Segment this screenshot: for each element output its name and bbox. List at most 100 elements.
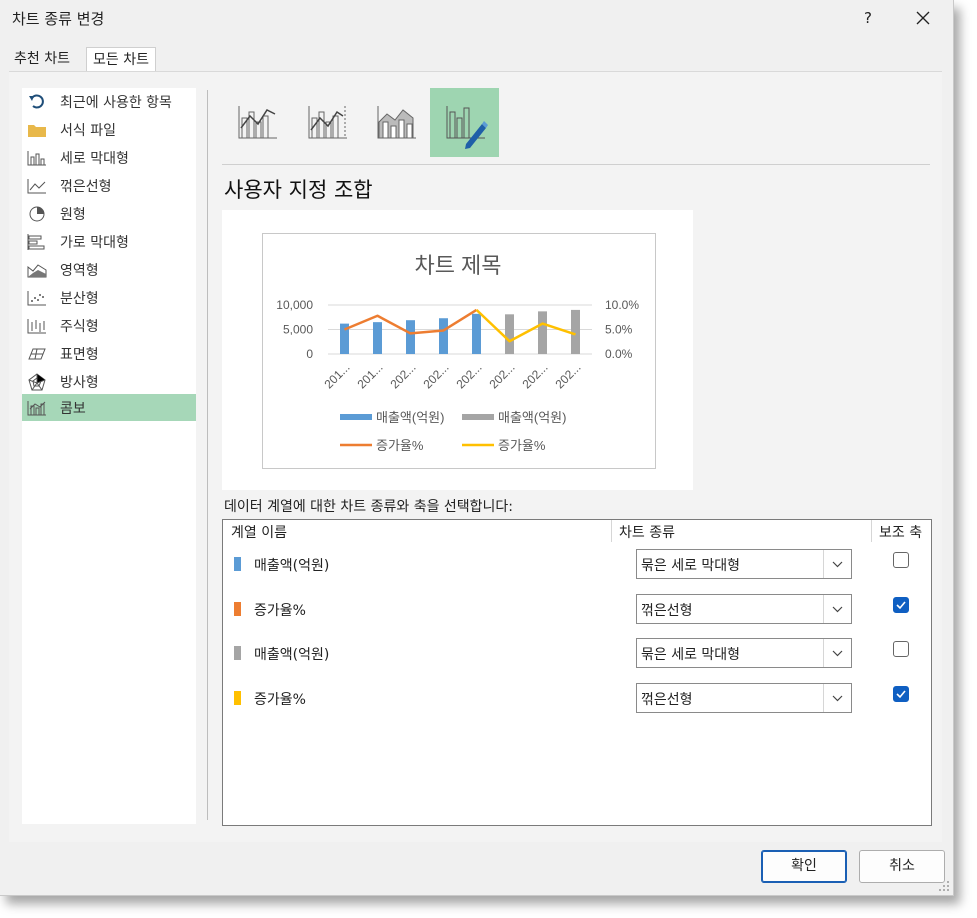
secondary-axis-checkbox[interactable] [893, 641, 909, 657]
cancel-button[interactable]: 취소 [859, 850, 945, 883]
sidebar-item-label: 서식 파일 [60, 123, 116, 139]
sidebar-item-combo[interactable]: 콤보 [22, 394, 196, 421]
chevron-down-icon [832, 650, 843, 657]
legend-swatch [340, 414, 372, 420]
sidebar-item-label: 세로 막대형 [60, 151, 129, 167]
series-row: 매출액(억원) 묶은 세로 막대형 [223, 543, 929, 587]
header-secondary-axis: 보조 축 [879, 525, 923, 541]
secondary-axis-checkbox[interactable] [893, 686, 909, 702]
dropdown-arrow[interactable] [823, 550, 851, 578]
sidebar-item-label: 표면형 [60, 347, 99, 363]
sidebar-item-bar[interactable]: 가로 막대형 [22, 228, 196, 255]
dropdown-arrow[interactable] [823, 595, 851, 623]
chart-type-dropdown[interactable]: 꺾은선형 [636, 683, 852, 713]
chart-type-value: 묶은 세로 막대형 [641, 647, 741, 663]
header-divider [611, 520, 612, 542]
sidebar-item-label: 주식형 [60, 319, 99, 335]
resize-grip-icon[interactable] [938, 880, 950, 892]
chart-category-list: 최근에 사용한 항목 서식 파일 세로 막대형 꺾은선형 원형 가로 막대형 영… [22, 88, 196, 824]
sidebar-item-line[interactable]: 꺾은선형 [22, 172, 196, 199]
bar [373, 322, 382, 354]
series-color-swatch [234, 602, 241, 616]
close-icon [916, 11, 930, 25]
legend-label: 매출액(억원) [376, 410, 444, 425]
recent-icon [29, 94, 44, 109]
legend-label: 매출액(억원) [498, 410, 566, 425]
sidebar-item-recent[interactable]: 최근에 사용한 항목 [22, 88, 196, 115]
subtype-column-line-secondary[interactable] [292, 88, 361, 157]
divider [222, 164, 930, 165]
sidebar-item-scatter[interactable]: 분산형 [22, 284, 196, 311]
stock-chart-icon [27, 319, 46, 334]
gridlines [328, 304, 592, 355]
sidebar-item-label: 방사형 [60, 375, 99, 391]
help-button[interactable]: ? [857, 6, 879, 30]
secondary-tick-label: 5.0% [605, 323, 633, 337]
sidebar-item-label: 꺾은선형 [60, 179, 112, 195]
subtype-stacked-area-column[interactable] [361, 88, 430, 157]
surface-chart-icon [28, 348, 46, 360]
primary-tick-label: 5,000 [283, 323, 313, 337]
sidebar-item-pie[interactable]: 원형 [22, 200, 196, 227]
subtype-custom-combination[interactable] [430, 88, 499, 157]
tab-recommended-charts[interactable]: 추천 차트 [8, 47, 76, 71]
category-label: 202... [420, 360, 451, 391]
checkmark-icon [896, 690, 906, 699]
area-chart-icon [27, 264, 47, 278]
series-name: 증가율% [254, 603, 306, 619]
sidebar-item-stock[interactable]: 주식형 [22, 312, 196, 339]
custom-combo-pencil-icon [446, 106, 488, 149]
chart-type-dropdown[interactable]: 묶은 세로 막대형 [636, 638, 852, 668]
tab-all-charts[interactable]: 모든 차트 [86, 47, 156, 72]
scatter-chart-icon [27, 291, 46, 306]
category-label: 201... [354, 360, 385, 391]
sidebar-item-label: 영역형 [60, 263, 99, 279]
checkmark-icon [896, 601, 906, 610]
sidebar-item-column[interactable]: 세로 막대형 [22, 144, 196, 171]
sidebar-item-templates[interactable]: 서식 파일 [22, 116, 196, 143]
chart-title: 차트 제목 [414, 253, 501, 278]
subtype-clustered-column-line[interactable] [222, 88, 291, 157]
category-label: 202... [552, 360, 583, 391]
chart-type-value: 꺾은선형 [641, 603, 693, 619]
bar [505, 314, 514, 354]
legend-swatch [462, 414, 494, 420]
series-row: 매출액(억원) 묶은 세로 막대형 [223, 632, 929, 676]
chart-type-value: 묶은 세로 막대형 [641, 558, 741, 574]
series-color-swatch [234, 557, 241, 571]
series-instruction: 데이터 계열에 대한 차트 종류와 축을 선택합니다: [224, 499, 514, 515]
secondary-axis-labels: 10.0% 5.0% 0.0% [605, 298, 639, 361]
series-name: 증가율% [254, 692, 306, 708]
chevron-down-icon [832, 561, 843, 568]
subtype-title: 사용자 지정 조합 [224, 178, 373, 202]
category-label: 202... [519, 360, 550, 391]
column-chart-icon [27, 151, 46, 166]
dropdown-arrow[interactable] [823, 639, 851, 667]
primary-tick-label: 10,000 [276, 298, 313, 312]
secondary-tick-label: 0.0% [605, 347, 633, 361]
legend-label: 증가율% [498, 438, 546, 453]
sidebar-item-label: 분산형 [60, 291, 99, 307]
bar-chart-icon [27, 234, 45, 250]
secondary-axis-checkbox[interactable] [893, 552, 909, 568]
series-line [475, 308, 576, 343]
pie-chart-icon [29, 206, 45, 222]
sidebar-item-area[interactable]: 영역형 [22, 256, 196, 283]
category-label: 202... [387, 360, 418, 391]
sidebar-item-radar[interactable]: 방사형 [22, 368, 196, 395]
chart-type-value: 꺾은선형 [641, 692, 693, 708]
category-label: 202... [453, 360, 484, 391]
primary-axis-labels: 10,000 5,000 0 [276, 298, 313, 361]
header-series-name: 계열 이름 [231, 525, 287, 541]
combo-chart-icon [27, 401, 46, 416]
chart-type-dropdown[interactable]: 꺾은선형 [636, 594, 852, 624]
sidebar-item-surface[interactable]: 표면형 [22, 340, 196, 367]
secondary-axis-checkbox[interactable] [893, 597, 909, 613]
category-label: 201... [321, 360, 352, 391]
chart-type-dropdown[interactable]: 묶은 세로 막대형 [636, 549, 852, 579]
line-chart-icon [27, 179, 46, 194]
close-button[interactable] [908, 4, 938, 32]
ok-button[interactable]: 확인 [761, 850, 847, 883]
series-color-swatch [234, 691, 241, 705]
dropdown-arrow[interactable] [823, 684, 851, 712]
